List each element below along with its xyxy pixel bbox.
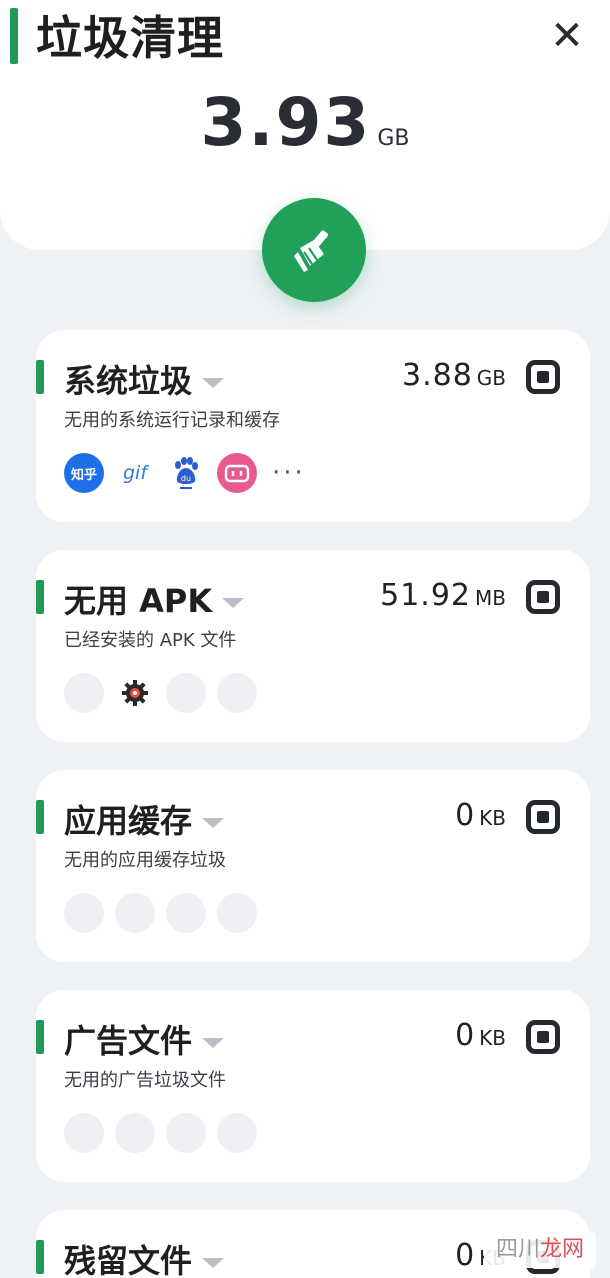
placeholder-icon xyxy=(64,1113,104,1153)
category-title-label: 广告文件 xyxy=(64,1022,193,1060)
category-size: 0KB xyxy=(455,1018,506,1053)
svg-text:du: du xyxy=(181,474,191,483)
category-description: 无用的广告垃圾文件 xyxy=(64,1070,226,1091)
category-size-unit: KB xyxy=(479,806,506,830)
category-checkbox[interactable] xyxy=(526,580,560,614)
chevron-down-icon[interactable] xyxy=(202,1038,225,1048)
placeholder-icon xyxy=(217,893,257,933)
category-checkbox[interactable] xyxy=(526,800,560,834)
category-card-system-junk[interactable]: 系统垃圾 3.88 GB 无用的系统运行记录和缓存 知乎 gif du ··· xyxy=(36,330,590,522)
category-title-label: 残留文件 xyxy=(64,1242,193,1278)
card-accent-bar xyxy=(36,360,44,394)
app-icon-row xyxy=(64,892,268,934)
card-accent-bar xyxy=(36,1240,44,1274)
close-button[interactable]: ✕ xyxy=(546,16,588,58)
settings-icon xyxy=(115,673,155,713)
checkbox-mark xyxy=(537,591,549,603)
category-size: 0KB xyxy=(455,798,506,833)
category-checkbox[interactable] xyxy=(526,360,560,394)
category-size: 3.88 GB xyxy=(402,358,506,393)
category-card-unused-apk[interactable]: 无用 APK 51.92 MB 已经安装的 APK 文件 xyxy=(36,550,590,742)
category-title[interactable]: 广告文件 xyxy=(64,1016,225,1062)
category-size-value: 0 xyxy=(455,1238,476,1273)
more-icon[interactable]: ··· xyxy=(272,460,306,486)
category-description: 无用的应用缓存垃圾 xyxy=(64,850,226,871)
category-title-label: 应用缓存 xyxy=(64,802,193,840)
category-checkbox[interactable] xyxy=(526,1020,560,1054)
category-description: 无用的系统运行记录和缓存 xyxy=(64,410,280,431)
checkbox-mark xyxy=(537,371,549,383)
app-icon-row xyxy=(64,1112,268,1154)
placeholder-icon xyxy=(115,893,155,933)
page-title: 垃圾清理 xyxy=(36,11,224,65)
placeholder-icon xyxy=(64,673,104,713)
placeholder-icon xyxy=(115,1113,155,1153)
checkbox-mark xyxy=(537,1031,549,1043)
baidu-icon: du xyxy=(166,453,206,493)
watermark: 四川龙网 xyxy=(484,1232,596,1268)
category-description: 已经安装的 APK 文件 xyxy=(64,630,237,651)
category-title[interactable]: 残留文件 xyxy=(64,1236,225,1278)
app-icon-row: 知乎 gif du ··· xyxy=(64,452,306,494)
chevron-down-icon[interactable] xyxy=(202,378,225,388)
category-title-label: 系统垃圾 xyxy=(64,362,193,400)
category-size-value: 0 xyxy=(455,1018,476,1053)
watermark-left: 四川 xyxy=(495,1237,540,1262)
card-accent-bar xyxy=(36,1020,44,1054)
placeholder-icon xyxy=(166,893,206,933)
category-title[interactable]: 无用 APK xyxy=(64,576,245,622)
total-size-value: 3.93 xyxy=(200,84,372,161)
card-accent-bar xyxy=(36,580,44,614)
placeholder-icon xyxy=(64,893,104,933)
total-size-unit: GB xyxy=(377,126,410,151)
category-size-value: 51.92 xyxy=(380,578,472,613)
category-card-ad-files[interactable]: 广告文件 0 KB 无用的广告垃圾文件 xyxy=(36,990,590,1182)
category-size-unit: GB xyxy=(476,366,506,390)
category-size-value: 3.88 xyxy=(401,358,473,393)
total-junk-size: 3.93 GB xyxy=(0,84,610,161)
chevron-down-icon[interactable] xyxy=(202,818,225,828)
watermark-right: 龙网 xyxy=(540,1237,585,1262)
category-size-value: 0 xyxy=(455,798,476,833)
checkbox-mark xyxy=(537,811,549,823)
category-title[interactable]: 应用缓存 xyxy=(64,796,225,842)
title-accent-bar xyxy=(10,8,18,64)
zhihu-icon: 知乎 xyxy=(64,453,104,493)
category-title-label: 无用 APK xyxy=(64,582,213,620)
category-size-unit: MB xyxy=(475,586,506,610)
category-title[interactable]: 系统垃圾 xyxy=(64,356,225,402)
junk-cleaner-screen: 垃圾清理 ✕ 3.93 GB 系统垃圾 3.88 GB 无用的系统运行记录和缓存… xyxy=(0,0,610,1278)
category-size-unit: KB xyxy=(479,1026,506,1050)
bilibili-icon xyxy=(217,453,257,493)
gif-icon: gif xyxy=(122,462,148,484)
category-card-app-cache[interactable]: 应用缓存 0 KB 无用的应用缓存垃圾 xyxy=(36,770,590,962)
placeholder-icon xyxy=(217,673,257,713)
placeholder-icon xyxy=(217,1113,257,1153)
card-accent-bar xyxy=(36,800,44,834)
chevron-down-icon[interactable] xyxy=(202,1258,225,1268)
broom-icon xyxy=(294,230,329,272)
placeholder-icon xyxy=(166,1113,206,1153)
placeholder-icon xyxy=(166,673,206,713)
category-size: 51.92 MB xyxy=(380,578,506,613)
clean-button[interactable] xyxy=(262,198,366,302)
chevron-down-icon[interactable] xyxy=(222,598,245,608)
app-icon-row xyxy=(64,672,268,714)
